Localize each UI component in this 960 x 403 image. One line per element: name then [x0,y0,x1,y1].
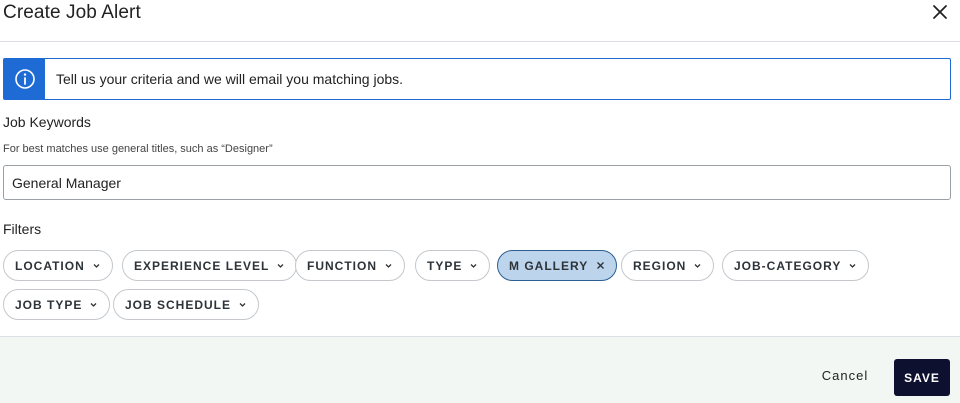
filters-label: Filters [3,221,42,237]
chevron-down-icon [239,303,246,307]
filter-chip-location[interactable]: LOCATION [3,250,113,281]
filter-chip-label: REGION [633,258,687,273]
chevron-down-icon [277,264,284,268]
info-icon [4,59,45,99]
filter-chip-label: TYPE [427,258,463,273]
chevron-down-icon [93,264,100,268]
filter-chip-experience-level[interactable]: EXPERIENCE LEVEL [122,250,298,281]
chevron-down-icon [849,264,856,268]
filter-chip-m-gallery[interactable]: M GALLERY [497,250,618,281]
filter-chip-label: JOB-CATEGORY [734,258,842,273]
filter-chip-label: M GALLERY [509,258,589,273]
job-keywords-label: Job Keywords [3,114,91,130]
save-button[interactable]: SAVE [894,359,950,396]
filter-chip-region[interactable]: REGION [621,250,715,281]
dialog-header: Create Job Alert [0,0,960,42]
job-keywords-hint: For best matches use general titles, suc… [3,143,273,155]
info-banner: Tell us your criteria and we will email … [3,58,951,100]
filter-chip-type[interactable]: TYPE [415,250,491,281]
dialog-title: Create Job Alert [3,2,141,23]
job-keywords-input[interactable] [3,165,951,200]
filter-chip-job-schedule[interactable]: JOB SCHEDULE [113,289,260,320]
cancel-button[interactable]: Cancel [813,368,877,386]
filter-chip-job-type[interactable]: JOB TYPE [3,289,111,320]
filter-chip-label: FUNCTION [307,258,377,273]
filter-chip-label: JOB TYPE [15,297,83,312]
filter-chip-job-category[interactable]: JOB-CATEGORY [722,250,870,281]
chevron-down-icon [694,264,701,268]
close-icon[interactable] [930,2,950,22]
remove-icon[interactable] [596,261,605,270]
filter-chip-label: JOB SCHEDULE [125,297,232,312]
chevron-down-icon [90,303,97,307]
filter-chip-function[interactable]: FUNCTION [295,250,405,281]
filter-chip-label: EXPERIENCE LEVEL [134,258,270,273]
chevron-down-icon [385,264,392,268]
info-message: Tell us your criteria and we will email … [56,71,404,87]
chevron-down-icon [470,264,477,268]
filter-chip-label: LOCATION [15,258,85,273]
